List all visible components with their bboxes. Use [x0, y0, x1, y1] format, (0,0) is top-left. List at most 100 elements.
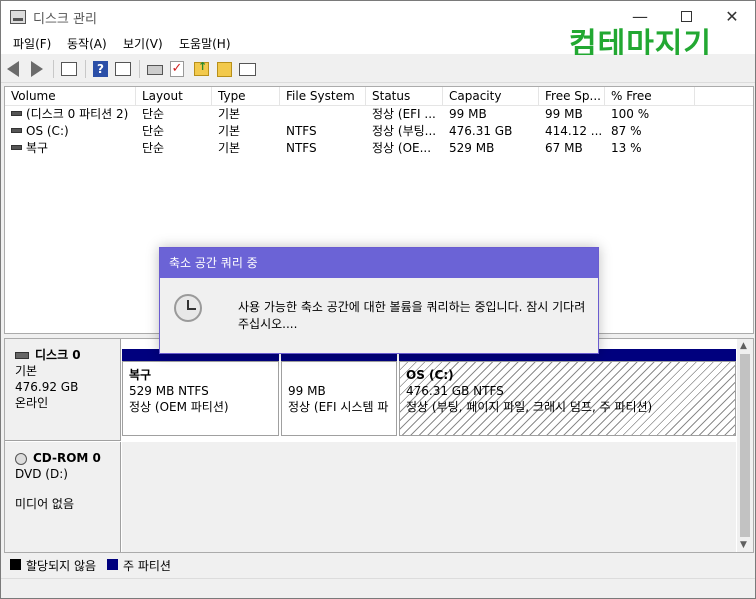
- legend-label-primary: 주 파티션: [123, 559, 171, 573]
- dialog-body: 사용 가능한 축소 공간에 대한 볼륨을 쿼리하는 중입니다. 잠시 기다려 주…: [160, 278, 598, 353]
- toolbar-separator: [53, 60, 54, 78]
- cdrom-0-area[interactable]: [122, 442, 736, 552]
- forward-icon: [31, 61, 43, 77]
- status-cell: 정상 (OE...: [372, 141, 432, 155]
- disk-0-label[interactable]: 디스크 0 기본 476.92 GB 온라인: [5, 339, 121, 441]
- menu-action[interactable]: 동작(A): [67, 35, 107, 52]
- partition-efi[interactable]: 99 MB 정상 (EFI 시스템 파: [281, 361, 397, 436]
- toolbar: ? ✓: [1, 55, 755, 83]
- search-icon: [217, 62, 232, 77]
- layout-cell: 단순: [142, 124, 165, 138]
- volume-cell: OS (C:): [5, 123, 136, 140]
- status-cell: 정상 (부팅...: [372, 124, 437, 138]
- show-hide-console-button[interactable]: [61, 60, 79, 78]
- legend-swatch-primary: [107, 559, 118, 570]
- disk-0-title: 디스크 0: [15, 347, 120, 363]
- percent-free-cell: 87 %: [611, 124, 642, 138]
- partition-name: [288, 367, 390, 383]
- capacity-cell: 99 MB: [449, 107, 487, 121]
- scrollbar-thumb[interactable]: [740, 354, 750, 537]
- percent-free-cell: 100 %: [611, 107, 650, 121]
- partition-os-c[interactable]: OS (C:) 476.31 GB NTFS 정상 (부팅, 페이지 파일, 크…: [399, 361, 736, 436]
- disk-view-scrollbar[interactable]: ▲ ▼: [737, 339, 753, 552]
- menu-view[interactable]: 보기(V): [123, 35, 163, 52]
- partition-recovery[interactable]: 복구 529 MB NTFS 정상 (OEM 파티션): [122, 361, 279, 436]
- free-space-cell: 99 MB: [545, 107, 583, 121]
- partition-size: 529 MB NTFS: [129, 384, 209, 398]
- type-cell: 기본: [218, 107, 241, 121]
- volume-row[interactable]: (디스크 0 파티션 2) 단순 기본 정상 (EFI ... 99 MB 99…: [5, 106, 753, 123]
- clock-icon: [174, 294, 202, 322]
- capacity-cell: 529 MB: [449, 141, 495, 155]
- scroll-up-icon[interactable]: ▲: [740, 341, 747, 351]
- show-hide-console-icon: [61, 62, 77, 76]
- connect-button[interactable]: [147, 60, 165, 78]
- help-button[interactable]: ?: [93, 60, 111, 78]
- volume-icon: [11, 145, 22, 150]
- back-icon: [7, 61, 19, 77]
- layout-cell: 단순: [142, 107, 165, 121]
- partition-size: 476.31 GB NTFS: [406, 384, 504, 398]
- volume-list-header: Volume Layout Type File System Status Ca…: [5, 87, 753, 106]
- properties-icon: [239, 63, 256, 76]
- cdrom-0-title: CD-ROM 0: [15, 450, 120, 466]
- back-button[interactable]: [7, 60, 25, 78]
- partition-status: 정상 (OEM 파티션): [129, 400, 229, 414]
- type-cell: 기본: [218, 124, 241, 138]
- window-title: 디스크 관리: [33, 12, 97, 27]
- volume-cell: (디스크 0 파티션 2): [5, 106, 136, 123]
- volume-name: (디스크 0 파티션 2): [26, 107, 129, 121]
- column-header-capacity[interactable]: Capacity: [443, 87, 539, 106]
- shrink-query-dialog: 축소 공간 쿼리 중 사용 가능한 축소 공간에 대한 볼륨을 쿼리하는 중입니…: [159, 247, 599, 354]
- disk-icon: [15, 352, 29, 359]
- cdrom-0-drive: DVD (D:): [15, 467, 68, 481]
- folder-up-button[interactable]: [194, 60, 212, 78]
- volume-cell: 복구: [5, 140, 136, 157]
- menu-help[interactable]: 도움말(H): [179, 35, 231, 52]
- menu-file[interactable]: 파일(F): [13, 35, 51, 52]
- partition-name: OS (C:): [406, 368, 454, 382]
- close-button[interactable]: ✕: [709, 1, 755, 32]
- help-topics-button[interactable]: [115, 60, 133, 78]
- scroll-down-icon[interactable]: ▼: [740, 540, 747, 550]
- connect-icon: [147, 65, 163, 75]
- disk-0-name: 디스크 0: [35, 348, 81, 362]
- status-bar: [1, 578, 755, 598]
- cdrom-0-label[interactable]: CD-ROM 0 DVD (D:) 미디어 없음: [5, 442, 121, 552]
- legend-swatch-unallocated: [10, 559, 21, 570]
- file-system-cell: NTFS: [286, 141, 317, 155]
- column-header-layout[interactable]: Layout: [136, 87, 212, 106]
- dialog-title: 축소 공간 쿼리 중: [160, 248, 598, 278]
- check-button[interactable]: ✓: [170, 60, 188, 78]
- column-header-volume[interactable]: Volume: [5, 87, 136, 106]
- volume-icon: [11, 111, 22, 116]
- cdrom-0-media: 미디어 없음: [15, 497, 75, 511]
- free-space-cell: 67 MB: [545, 141, 583, 155]
- file-system-cell: [280, 106, 366, 123]
- disk-0-state: 온라인: [15, 396, 49, 410]
- layout-cell: 단순: [142, 141, 165, 155]
- status-cell: 정상 (EFI ...: [372, 107, 436, 121]
- disk-management-app-icon: [10, 10, 26, 24]
- disk-0-type: 기본: [15, 364, 38, 378]
- column-header-type[interactable]: Type: [212, 87, 280, 106]
- disk-graphical-view: 디스크 0 기본 476.92 GB 온라인 복구 529 MB NTFS 정상…: [4, 338, 754, 553]
- file-system-cell: NTFS: [286, 124, 317, 138]
- search-button[interactable]: [217, 60, 235, 78]
- cdrom-0-name: CD-ROM 0: [33, 451, 101, 465]
- column-header-status[interactable]: Status: [366, 87, 443, 106]
- check-icon: ✓: [170, 61, 184, 77]
- volume-row[interactable]: OS (C:) 단순 기본 NTFS 정상 (부팅... 476.31 GB 4…: [5, 123, 753, 140]
- legend: 할당되지 않음 주 파티션: [1, 554, 755, 576]
- volume-name: OS (C:): [26, 124, 69, 138]
- help-topics-icon: [115, 62, 131, 76]
- forward-button[interactable]: [27, 60, 45, 78]
- legend-label-unallocated: 할당되지 않음: [26, 559, 97, 573]
- column-header-file-system[interactable]: File System: [280, 87, 366, 106]
- properties-button[interactable]: [239, 60, 257, 78]
- volume-row[interactable]: 복구 단순 기본 NTFS 정상 (OE... 529 MB 67 MB 13 …: [5, 140, 753, 157]
- partition-status: 정상 (부팅, 페이지 파일, 크래시 덤프, 주 파티션): [406, 400, 653, 414]
- partition-size: 99 MB: [288, 384, 326, 398]
- column-header-percent-free[interactable]: % Free: [605, 87, 695, 106]
- column-header-free-space[interactable]: Free Sp...: [539, 87, 605, 106]
